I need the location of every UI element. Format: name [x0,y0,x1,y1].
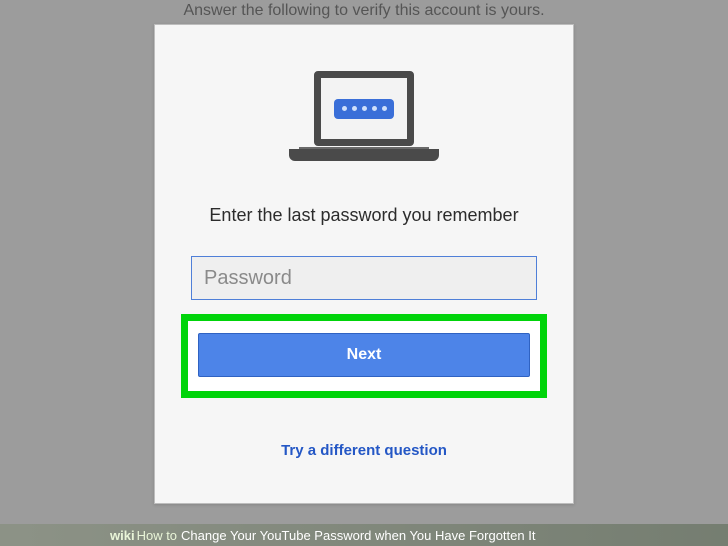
brand-suffix: How to [137,528,177,543]
caption-bar: wikiHow to Change Your YouTube Password … [0,524,728,546]
password-input[interactable] [191,256,537,300]
article-title: Change Your YouTube Password when You Ha… [181,528,535,543]
verify-instruction: Answer the following to verify this acco… [0,0,728,20]
brand-prefix: wiki [110,528,135,543]
recovery-card: Enter the last password you remember Nex… [154,24,574,504]
laptop-password-icon [155,71,573,181]
next-button[interactable]: Next [198,333,530,377]
prompt-text: Enter the last password you remember [155,205,573,226]
try-different-question-link[interactable]: Try a different question [281,442,447,459]
highlight-frame: Next [181,314,547,398]
